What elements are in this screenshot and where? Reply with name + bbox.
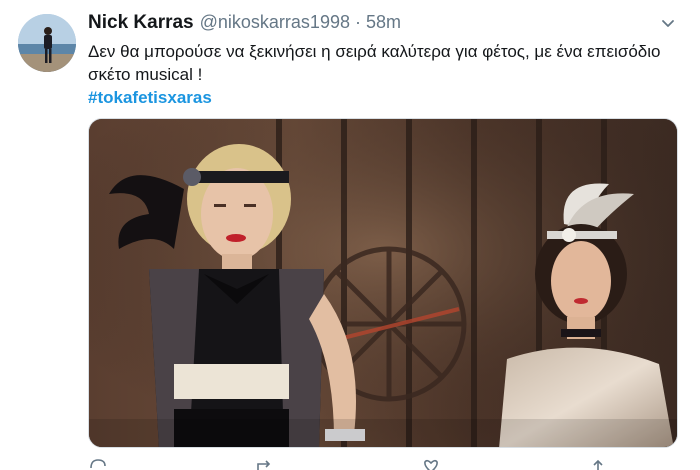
tweet-header: Nick Karras @nikoskarras1998 · 58m bbox=[88, 12, 660, 38]
author-handle[interactable]: @nikoskarras1998 bbox=[200, 12, 350, 33]
tweet-text: Δεν θα μπορούσε να ξεκινήσει η σειρά καλ… bbox=[88, 42, 661, 84]
avatar[interactable] bbox=[18, 14, 76, 72]
photo-illustration bbox=[89, 119, 677, 447]
author-name[interactable]: Nick Karras bbox=[88, 12, 194, 34]
tweet-timestamp[interactable]: 58m bbox=[366, 12, 401, 33]
avatar-image bbox=[18, 14, 76, 72]
separator-dot: · bbox=[354, 12, 361, 32]
reply-icon[interactable] bbox=[88, 458, 108, 470]
retweet-icon[interactable] bbox=[255, 458, 275, 470]
tweet-actions bbox=[88, 458, 608, 470]
share-icon[interactable] bbox=[588, 458, 608, 470]
hashtag-link[interactable]: #tokafetisxaras bbox=[88, 86, 212, 109]
chevron-down-icon[interactable] bbox=[658, 14, 678, 34]
heart-icon[interactable] bbox=[421, 458, 441, 470]
tweet-photo[interactable] bbox=[88, 118, 678, 448]
tweet-card[interactable]: Nick Karras @nikoskarras1998 · 58m Δεν θ… bbox=[0, 0, 700, 470]
